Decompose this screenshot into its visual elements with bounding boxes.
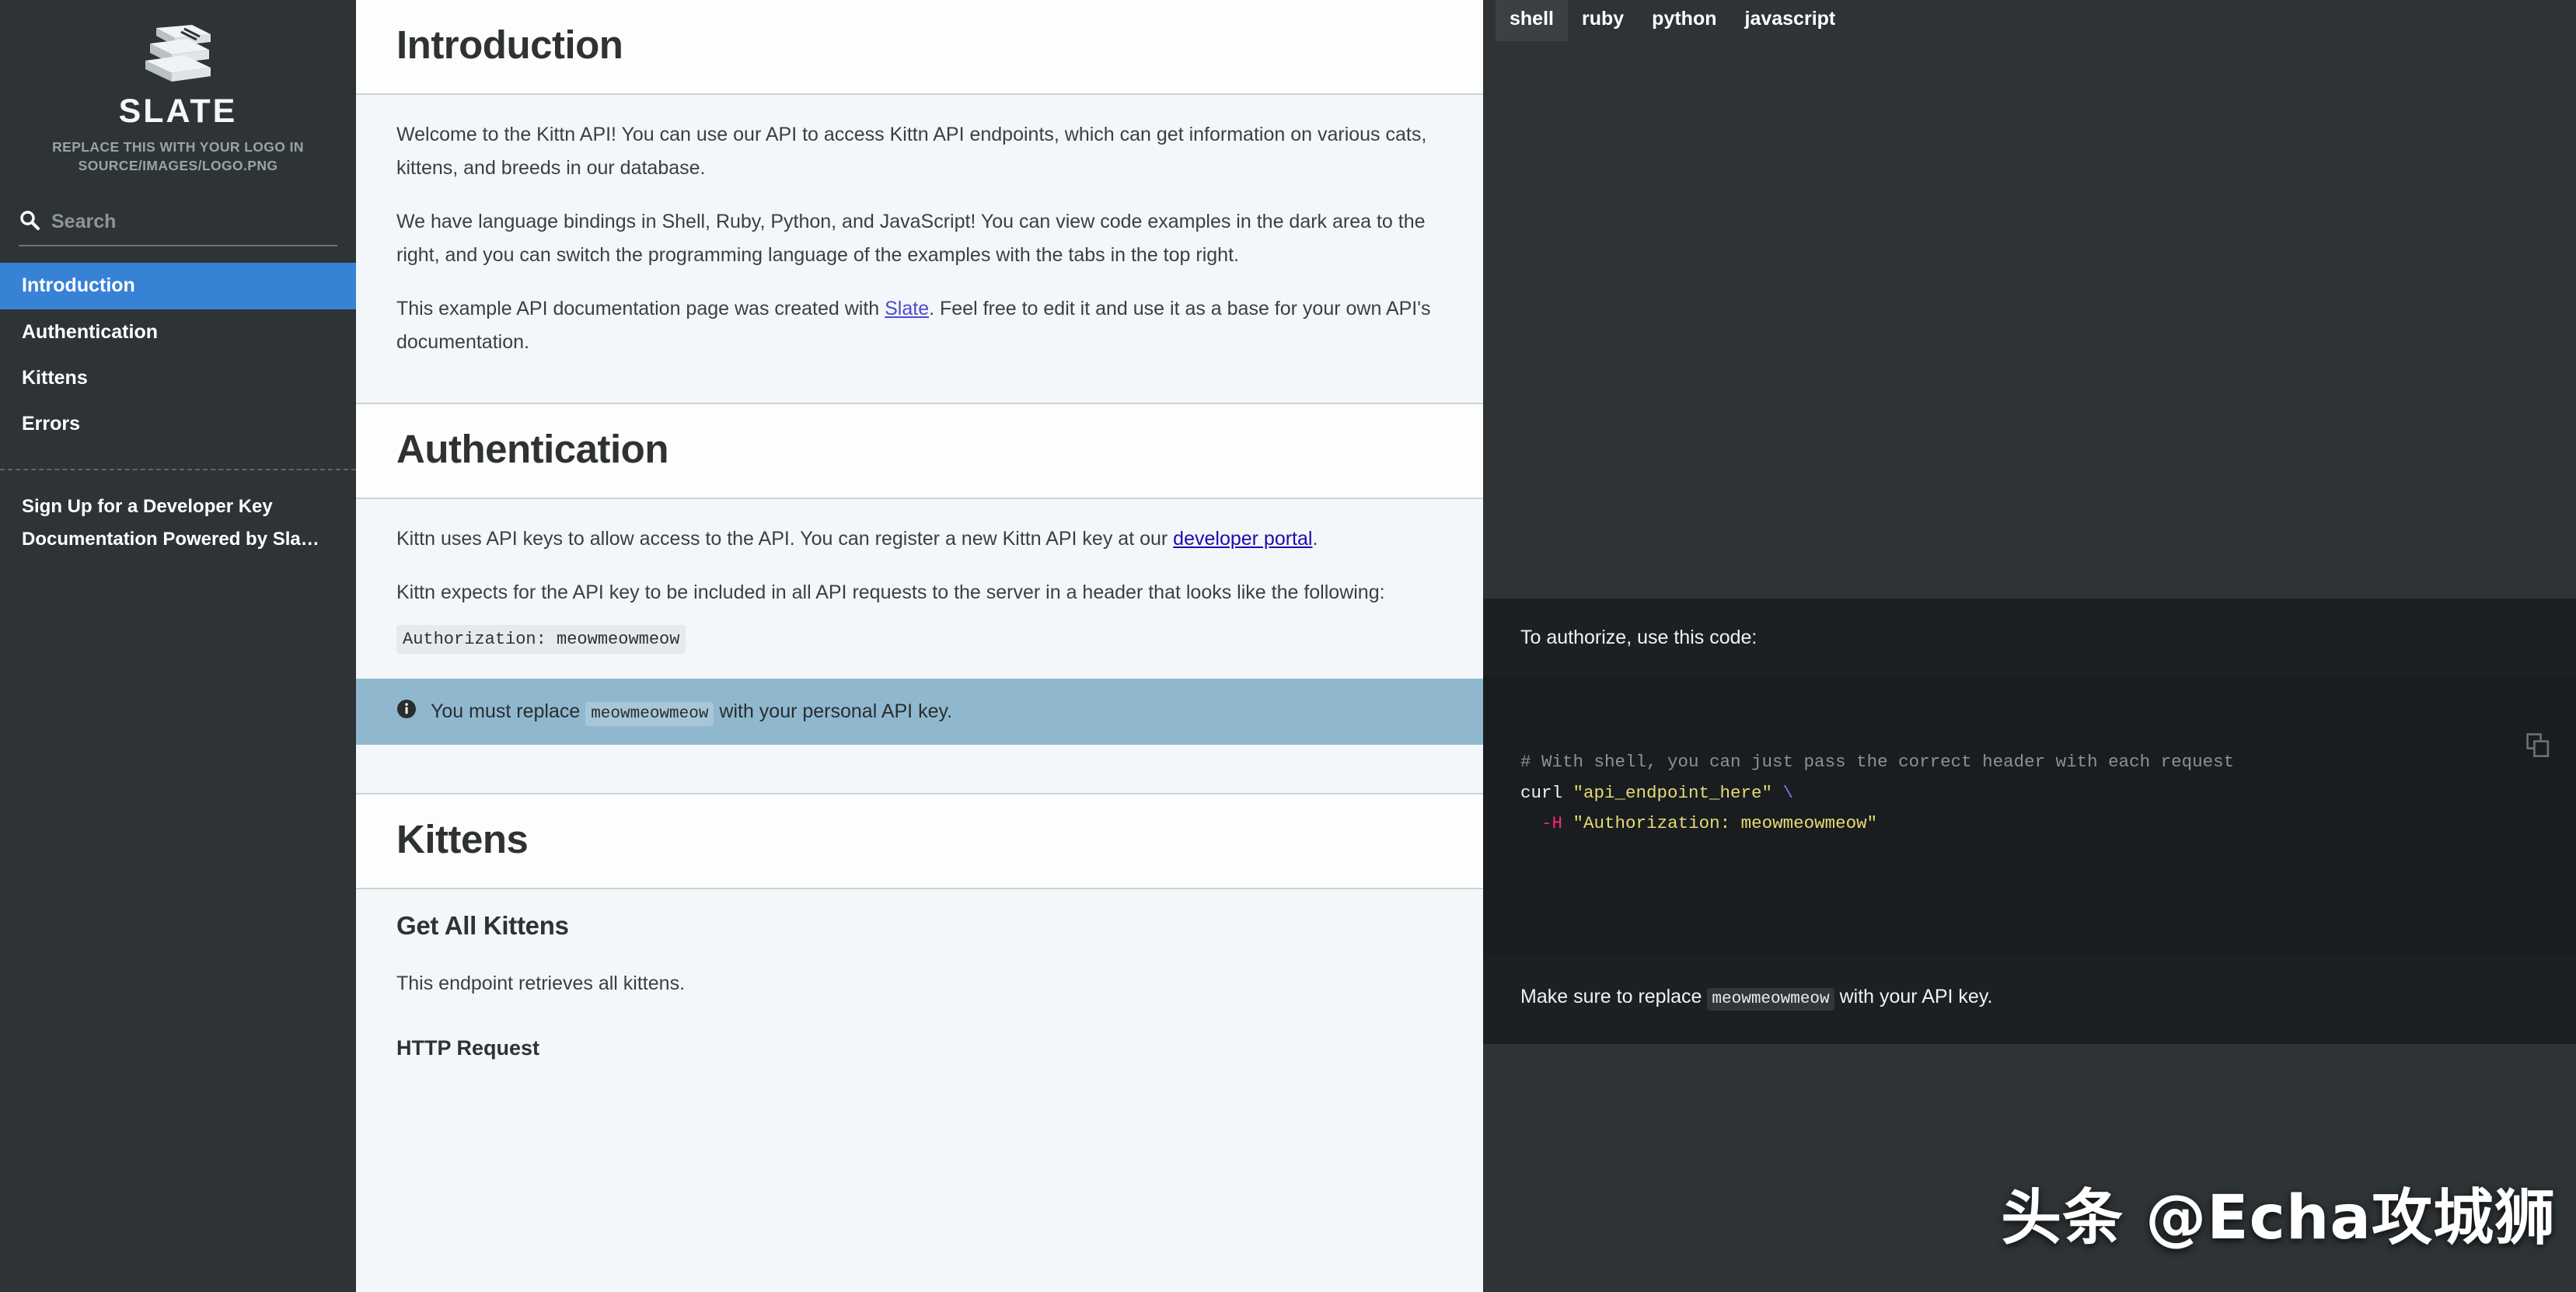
introduction-body: Welcome to the Kittn API! You can use ou…: [356, 95, 1483, 367]
intro-paragraph-3: This example API documentation page was …: [396, 292, 1443, 359]
intro-p3-before: This example API documentation page was …: [396, 298, 885, 320]
authentication-header: Authentication: [356, 403, 1483, 500]
logo-title: SLATE: [118, 93, 238, 130]
code-curl-keyword: curl: [1520, 782, 1573, 803]
footer-link-signup[interactable]: Sign Up for a Developer Key: [0, 491, 356, 523]
get-all-kittens-heading: Get All Kittens: [396, 911, 569, 941]
note-text: You must replace meowmeowmeow with your …: [431, 700, 953, 727]
info-circle-icon: [396, 699, 417, 725]
note-code: meowmeowmeow: [585, 702, 714, 727]
sidebar: SLATE REPLACE THIS WITH YOUR LOGO IN SOU…: [0, 0, 356, 1292]
kittens-title: Kittens: [396, 817, 529, 862]
auth-p1-after: .: [1312, 528, 1318, 550]
get-all-kittens-description: This endpoint retrieves all kittens.: [396, 972, 686, 995]
developer-portal-link[interactable]: developer portal: [1173, 528, 1312, 550]
kittens-header: Kittens: [356, 793, 1483, 890]
authentication-body: Kittn uses API keys to allow access to t…: [356, 499, 1483, 679]
note-box: You must replace meowmeowmeow with your …: [356, 679, 1483, 746]
note-text-before: You must replace: [431, 700, 586, 723]
main-content: Introduction Welcome to the Kittn API! Y…: [356, 0, 1483, 1292]
sidebar-item-kittens[interactable]: Kittens: [0, 355, 356, 401]
page-title: Introduction: [396, 23, 623, 67]
auth-note-before: Make sure to replace: [1520, 986, 1708, 1008]
http-request-heading: HTTP Request: [396, 1036, 540, 1060]
auth-annotation-text: To authorize, use this code:: [1520, 627, 1757, 648]
app-root: SLATE REPLACE THIS WITH YOUR LOGO IN SOU…: [0, 0, 2576, 1292]
code-panel: shell ruby python javascript To authoriz…: [1483, 0, 2576, 1292]
kittens-body: Get All Kittens This endpoint retrieves …: [356, 889, 1483, 1060]
books-stack-icon: [0, 23, 356, 88]
auth-p1-before: Kittn uses API keys to allow access to t…: [396, 528, 1174, 550]
sidebar-item-authentication[interactable]: Authentication: [0, 309, 356, 355]
logo-block: SLATE REPLACE THIS WITH YOUR LOGO IN SOU…: [0, 0, 356, 175]
tab-ruby[interactable]: ruby: [1568, 0, 1638, 41]
auth-note-after: with your API key.: [1834, 986, 1993, 1008]
authentication-bottom-spacer: [356, 745, 1483, 794]
code-header-flag: -H: [1541, 813, 1563, 834]
sidebar-item-introduction[interactable]: Introduction: [0, 263, 356, 309]
tab-shell[interactable]: shell: [1496, 0, 1568, 41]
code-endpoint-string: "api_endpoint_here": [1572, 782, 1773, 803]
code-continuation: \: [1782, 782, 1794, 803]
sidebar-footer-links: Sign Up for a Developer Key Documentatio…: [0, 470, 356, 556]
code-panel-kittens-filler: [1483, 1043, 2576, 1292]
introduction-header: Introduction: [356, 0, 1483, 96]
auth-code-block[interactable]: # With shell, you can just pass the corr…: [1483, 676, 2576, 955]
auth-header-code-block: Authorization: meowmeowmeow: [396, 625, 1443, 655]
authentication-title: Authentication: [396, 427, 668, 472]
search-icon: [19, 209, 40, 235]
sidebar-item-errors[interactable]: Errors: [0, 401, 356, 447]
auth-code-annotation: To authorize, use this code:: [1483, 599, 2576, 676]
search-box[interactable]: [19, 209, 337, 247]
sidebar-nav: Introduction Authentication Kittens Erro…: [0, 263, 356, 447]
language-tabs: shell ruby python javascript: [1483, 0, 2576, 47]
slate-link[interactable]: Slate: [885, 298, 929, 320]
footer-link-powered-by-slate[interactable]: Documentation Powered by Sla…: [0, 523, 356, 556]
tab-python[interactable]: python: [1638, 0, 1730, 41]
copy-icon[interactable]: [2442, 703, 2550, 800]
auth-code-note: Make sure to replace meowmeowmeow with y…: [1483, 955, 2576, 1044]
auth-note-code: meowmeowmeow: [1707, 988, 1834, 1011]
code-space-2: [1562, 813, 1573, 833]
code-comment-line: # With shell, you can just pass the corr…: [1520, 752, 2235, 773]
intro-paragraph-2: We have language bindings in Shell, Ruby…: [396, 211, 1426, 267]
auth-header-code: Authorization: meowmeowmeow: [396, 625, 686, 655]
section-authentication: Authentication Kittn uses API keys to al…: [356, 403, 1483, 794]
code-panel-intro-filler: [1483, 47, 2576, 599]
auth-paragraph-2: Kittn expects for the API key to be incl…: [396, 581, 1385, 604]
intro-paragraph-1: Welcome to the Kittn API! You can use ou…: [396, 124, 1427, 180]
section-introduction: Introduction Welcome to the Kittn API! Y…: [356, 0, 1483, 367]
auth-paragraph-1: Kittn uses API keys to allow access to t…: [396, 522, 1443, 556]
tab-javascript[interactable]: javascript: [1731, 0, 1850, 41]
code-authorization-string: "Authorization: meowmeowmeow": [1572, 813, 1878, 834]
note-text-after: with your personal API key.: [714, 700, 953, 723]
search-input[interactable]: [51, 211, 337, 234]
logo-subtitle: REPLACE THIS WITH YOUR LOGO IN SOURCE/IM…: [52, 139, 304, 173]
section-kittens: Kittens Get All Kittens This endpoint re…: [356, 793, 1483, 1060]
